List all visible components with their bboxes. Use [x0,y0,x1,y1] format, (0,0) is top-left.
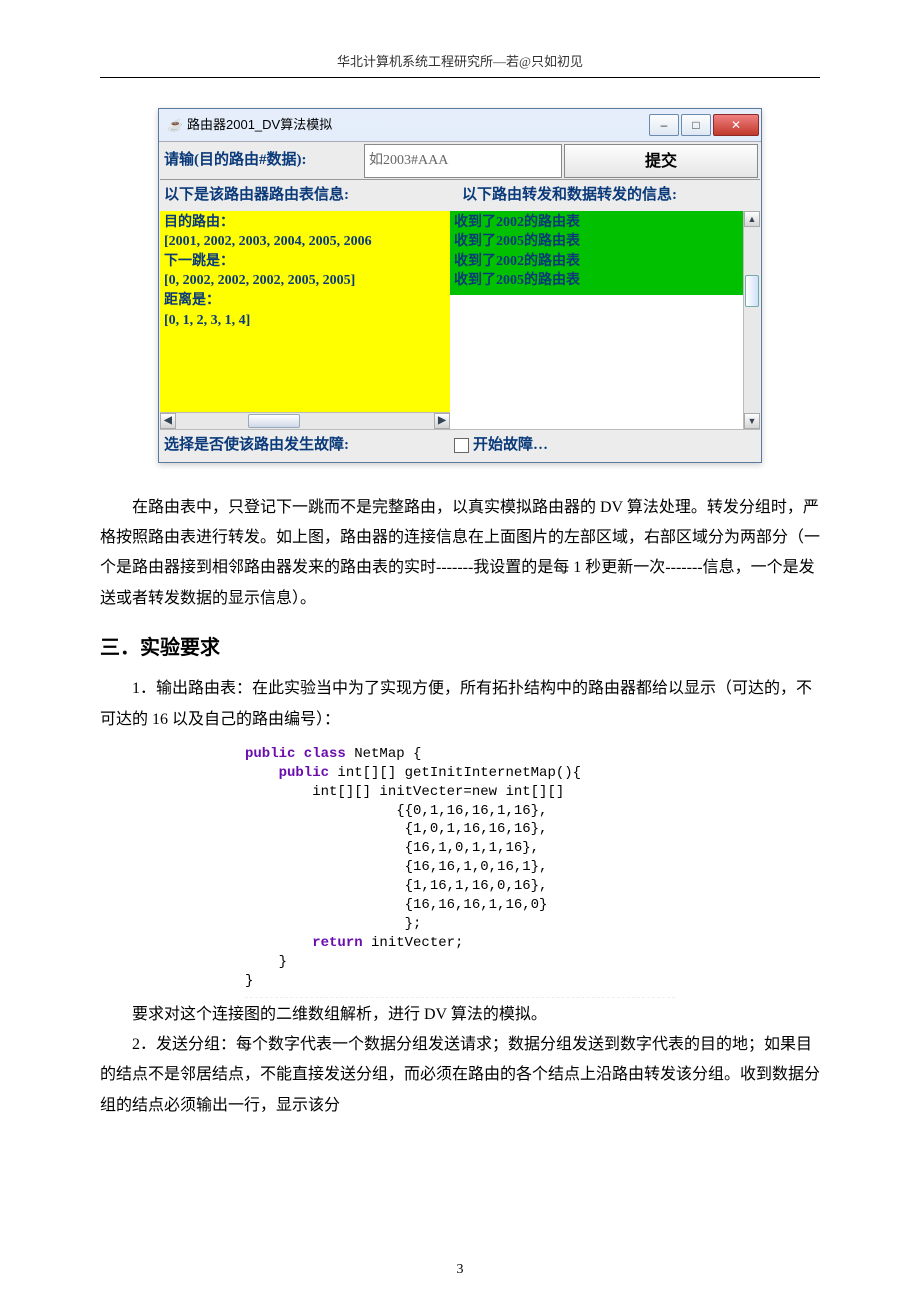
java-icon: ☕ [167,118,181,132]
submit-button[interactable]: 提交 [564,144,758,178]
window-titlebar: ☕ 路由器2001_DV算法模拟 – □ ✕ [159,109,761,140]
app-window: ☕ 路由器2001_DV算法模拟 – □ ✕ 请输(目的路由#数据): 如200… [158,108,762,462]
next-label: 下一跳是： [164,252,446,272]
horizontal-scrollbar[interactable]: ◀ ▶ [160,412,450,429]
dist-label: 距离是： [164,291,446,311]
next-values: [0, 2002, 2002, 2002, 2005, 2005] [164,271,446,291]
close-button[interactable]: ✕ [713,114,759,136]
h-scroll-thumb[interactable] [248,414,300,428]
scroll-left-icon[interactable]: ◀ [160,413,176,429]
paragraph: 1．输出路由表：在此实验当中为了实现方便，所有拓扑结构中的路由器都给以显示（可达… [100,674,820,735]
forward-log-section-label: 以下路由转发和数据转发的信息: [458,180,760,211]
page-number: 3 [0,1257,920,1282]
log-line: 收到了2005的路由表 [454,232,740,252]
code-snippet: public class NetMap { public int[][] get… [245,745,675,998]
log-line: 收到了2005的路由表 [454,271,740,291]
header-divider [100,77,820,78]
scroll-up-icon[interactable]: ▲ [744,211,760,227]
fault-label: 选择是否使该路由发生故障: [164,432,454,459]
route-table-section-label: 以下是该路由器路由表信息: [160,180,458,211]
paragraph: 要求对这个连接图的二维数组解析，进行 DV 算法的模拟。 [100,1000,820,1030]
input-row: 请输(目的路由#数据): 如2003#AAA 提交 [160,143,760,180]
destination-input[interactable]: 如2003#AAA [364,144,562,178]
dest-label: 目的路由： [164,213,446,233]
fault-checkbox[interactable] [454,438,469,453]
dist-values: [0, 1, 2, 3, 1, 4] [164,311,446,331]
paragraph: 2．发送分组：每个数字代表一个数据分组发送请求；数据分组发送到数字代表的目的地；… [100,1030,820,1121]
scroll-right-icon[interactable]: ▶ [434,413,450,429]
forward-log-panel: 收到了2002的路由表 收到了2005的路由表 收到了2002的路由表 收到了2… [450,211,760,429]
vertical-scrollbar[interactable]: ▲ ▼ [743,211,760,429]
window-title: 路由器2001_DV算法模拟 [187,113,647,136]
scroll-down-icon[interactable]: ▼ [744,413,760,429]
dest-values: [2001, 2002, 2003, 2004, 2005, 2006 [164,232,446,252]
log-line: 收到了2002的路由表 [454,213,740,233]
log-line: 收到了2002的路由表 [454,252,740,272]
section-heading: 三．实验要求 [100,630,820,666]
log-list: 收到了2002的路由表 收到了2005的路由表 收到了2002的路由表 收到了2… [450,211,744,295]
route-table-panel: 目的路由： [2001, 2002, 2003, 2004, 2005, 200… [160,211,450,429]
fault-checkbox-label: 开始故障… [473,432,548,459]
fault-checkbox-group[interactable]: 开始故障… [454,432,548,459]
doc-header: 华北计算机系统工程研究所—若@只如初见 [100,50,820,73]
v-scroll-thumb[interactable] [745,275,759,307]
minimize-button[interactable]: – [649,114,679,136]
maximize-button[interactable]: □ [681,114,711,136]
paragraph: 在路由表中，只登记下一跳而不是完整路由，以真实模拟路由器的 DV 算法处理。转发… [100,493,820,615]
input-label: 请输(目的路由#数据): [160,143,364,179]
